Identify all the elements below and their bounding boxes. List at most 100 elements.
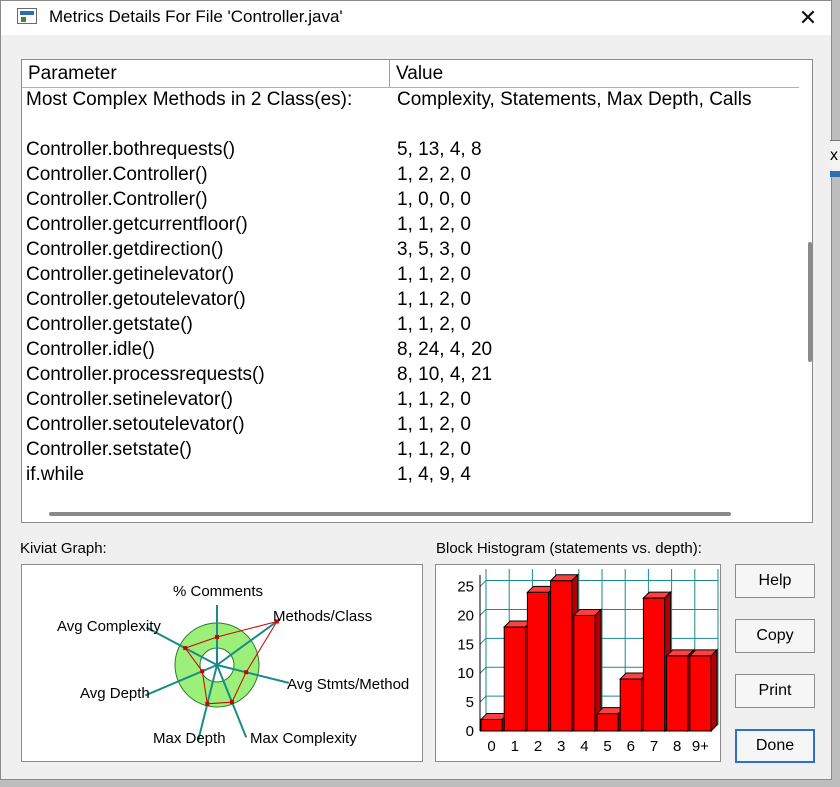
value-cell: 3, 5, 3, 0 [397, 239, 471, 260]
histogram-y-tick-label: 15 [457, 636, 474, 653]
parameter-cell: Controller.setstate() [26, 439, 192, 460]
table-row[interactable]: if.while 1, 4, 9, 4 [22, 462, 799, 487]
histogram-y-tick-label: 5 [466, 694, 474, 711]
histogram-x-tick-label: 0 [487, 738, 495, 755]
histogram-y-tick-label: 20 [457, 607, 474, 624]
histogram-x-tick-label: 9+ [692, 738, 709, 755]
table-row[interactable]: Controller.idle() 8, 24, 4, 20 [22, 337, 799, 362]
metrics-table[interactable]: Parameter Value Most Complex Methods in … [21, 59, 800, 523]
value-cell: 1, 1, 2, 0 [397, 264, 471, 285]
table-row[interactable]: Controller.setstate() 1, 1, 2, 0 [22, 437, 799, 462]
app-icon [17, 8, 37, 24]
background-window-fragment: x [830, 140, 840, 172]
app-icon-bar [20, 11, 34, 15]
table-row[interactable]: Controller.getoutelevator() 1, 1, 2, 0 [22, 287, 799, 312]
parameter-cell: if.while [26, 464, 85, 485]
parameter-cell: Most Complex Methods in 2 Class(es): [26, 89, 353, 110]
copy-button[interactable]: Copy [735, 619, 815, 653]
histogram-y-tick-label: 25 [457, 579, 474, 596]
parameter-cell: Controller.setinelevator() [26, 389, 233, 410]
parameter-cell: Controller.processrequests() [26, 364, 265, 385]
kiviat-label: Kiviat Graph: [20, 540, 107, 557]
table-row[interactable] [22, 112, 799, 137]
value-cell: 8, 10, 4, 21 [397, 364, 493, 385]
value-cell: 5, 13, 4, 8 [397, 139, 482, 160]
histogram-gridline [479, 695, 487, 703]
value-cell: 1, 1, 2, 0 [397, 214, 471, 235]
kiviat-graph: % Comments Methods/Class Avg Stmts/Metho… [21, 564, 423, 762]
block-histogram: 0 5 10 15 20 25 0 1 2 3 4 5 6 7 8 9+ [435, 564, 721, 762]
kiviat-point [229, 700, 234, 705]
parameter-cell: Controller.getstate() [26, 314, 193, 335]
histogram-gridline [479, 666, 487, 674]
value-cell: 1, 1, 2, 0 [397, 314, 471, 335]
table-row[interactable]: Controller.processrequests() 8, 10, 4, 21 [22, 362, 799, 387]
value-cell: 1, 1, 2, 0 [397, 389, 471, 410]
histogram-x-tick-label: 2 [534, 738, 542, 755]
help-button[interactable]: Help [735, 564, 815, 598]
table-row[interactable]: Controller.getstate() 1, 1, 2, 0 [22, 312, 799, 337]
kiviat-point [205, 701, 210, 706]
print-button[interactable]: Print [735, 674, 815, 708]
value-cell: 1, 1, 2, 0 [397, 439, 471, 460]
histogram-x-tick-label: 3 [557, 738, 565, 755]
column-header-parameter[interactable]: Parameter [22, 60, 390, 87]
histogram-gridline [479, 580, 487, 587]
kiviat-point [183, 646, 188, 651]
horizontal-scroll-thumb[interactable] [49, 512, 731, 516]
parameter-cell: Controller.getcurrentfloor() [26, 214, 248, 235]
kiviat-axis-label: Max Depth [153, 730, 226, 747]
kiviat-axis-label: % Comments [173, 583, 263, 600]
table-row[interactable]: Controller.getcurrentfloor() 1, 1, 2, 0 [22, 212, 799, 237]
histogram-bar [572, 608, 603, 733]
value-cell: 1, 2, 2, 0 [397, 164, 471, 185]
kiviat-point [200, 669, 205, 674]
table-row[interactable]: Controller.setinelevator() 1, 1, 2, 0 [22, 387, 799, 412]
parameter-cell: Controller.getoutelevator() [26, 289, 246, 310]
histogram-x-tick-label: 8 [673, 738, 681, 755]
histogram-svg: 05101520250 1 2 3 4 5 6 7 8 9+ [457, 569, 719, 755]
kiviat-axis-label: Avg Stmts/Method [287, 676, 409, 693]
kiviat-axis-label: Avg Depth [80, 685, 150, 702]
histogram-y-tick-label: 10 [457, 665, 474, 682]
value-cell: 8, 24, 4, 20 [397, 339, 493, 360]
parameter-cell: Controller.Controller() [26, 189, 208, 210]
table-row[interactable]: Controller.getinelevator() 1, 1, 2, 0 [22, 262, 799, 287]
table-row[interactable]: Controller.Controller() 1, 0, 0, 0 [22, 187, 799, 212]
histogram-x-tick-label: 6 [627, 738, 635, 755]
histogram-y-tick-label: 0 [466, 723, 474, 740]
histogram-x-tick-label: 1 [511, 738, 519, 755]
parameter-cell: Controller.Controller() [26, 164, 208, 185]
vertical-scroll-thumb[interactable] [808, 242, 812, 362]
histogram-gridline [479, 609, 487, 616]
table-header: Parameter Value [22, 60, 799, 88]
metrics-dialog: Metrics Details For File 'Controller.jav… [0, 0, 832, 780]
close-icon[interactable]: ✕ [793, 4, 823, 32]
table-row[interactable]: Controller.Controller() 1, 2, 2, 0 [22, 162, 799, 187]
kiviat-svg: % Comments Methods/Class Avg Stmts/Metho… [57, 583, 409, 747]
histogram-x-tick-label: 4 [580, 738, 588, 755]
parameter-cell: Controller.setoutelevator() [26, 414, 245, 435]
value-cell: 1, 0, 0, 0 [397, 189, 471, 210]
kiviat-point [244, 670, 249, 675]
table-row[interactable]: Controller.bothrequests() 5, 13, 4, 8 [22, 137, 799, 162]
parameter-cell: Controller.getdirection() [26, 239, 224, 260]
parameter-cell: Controller.idle() [26, 339, 155, 360]
background-window-edge [830, 171, 840, 177]
column-header-value[interactable]: Value [390, 60, 799, 87]
parameter-cell: Controller.getinelevator() [26, 264, 235, 285]
kiviat-point [215, 635, 219, 639]
value-cell: 1, 4, 9, 4 [397, 464, 471, 485]
parameter-cell: Controller.bothrequests() [26, 139, 236, 160]
kiviat-axis-label: Methods/Class [273, 608, 372, 625]
value-cell: 1, 1, 2, 0 [397, 414, 471, 435]
kiviat-axis-label: Max Complexity [250, 730, 357, 747]
value-cell: Complexity, Statements, Max Depth, Calls [397, 89, 752, 110]
done-button[interactable]: Done [735, 729, 815, 763]
histogram-label: Block Histogram (statements vs. depth): [436, 540, 702, 557]
vertical-scrollbar[interactable] [799, 59, 813, 523]
table-row[interactable]: Controller.getdirection() 3, 5, 3, 0 [22, 237, 799, 262]
table-row[interactable]: Controller.setoutelevator() 1, 1, 2, 0 [22, 412, 799, 437]
horizontal-scrollbar[interactable] [22, 501, 798, 521]
table-row[interactable]: Most Complex Methods in 2 Class(es): Comp… [22, 87, 799, 112]
